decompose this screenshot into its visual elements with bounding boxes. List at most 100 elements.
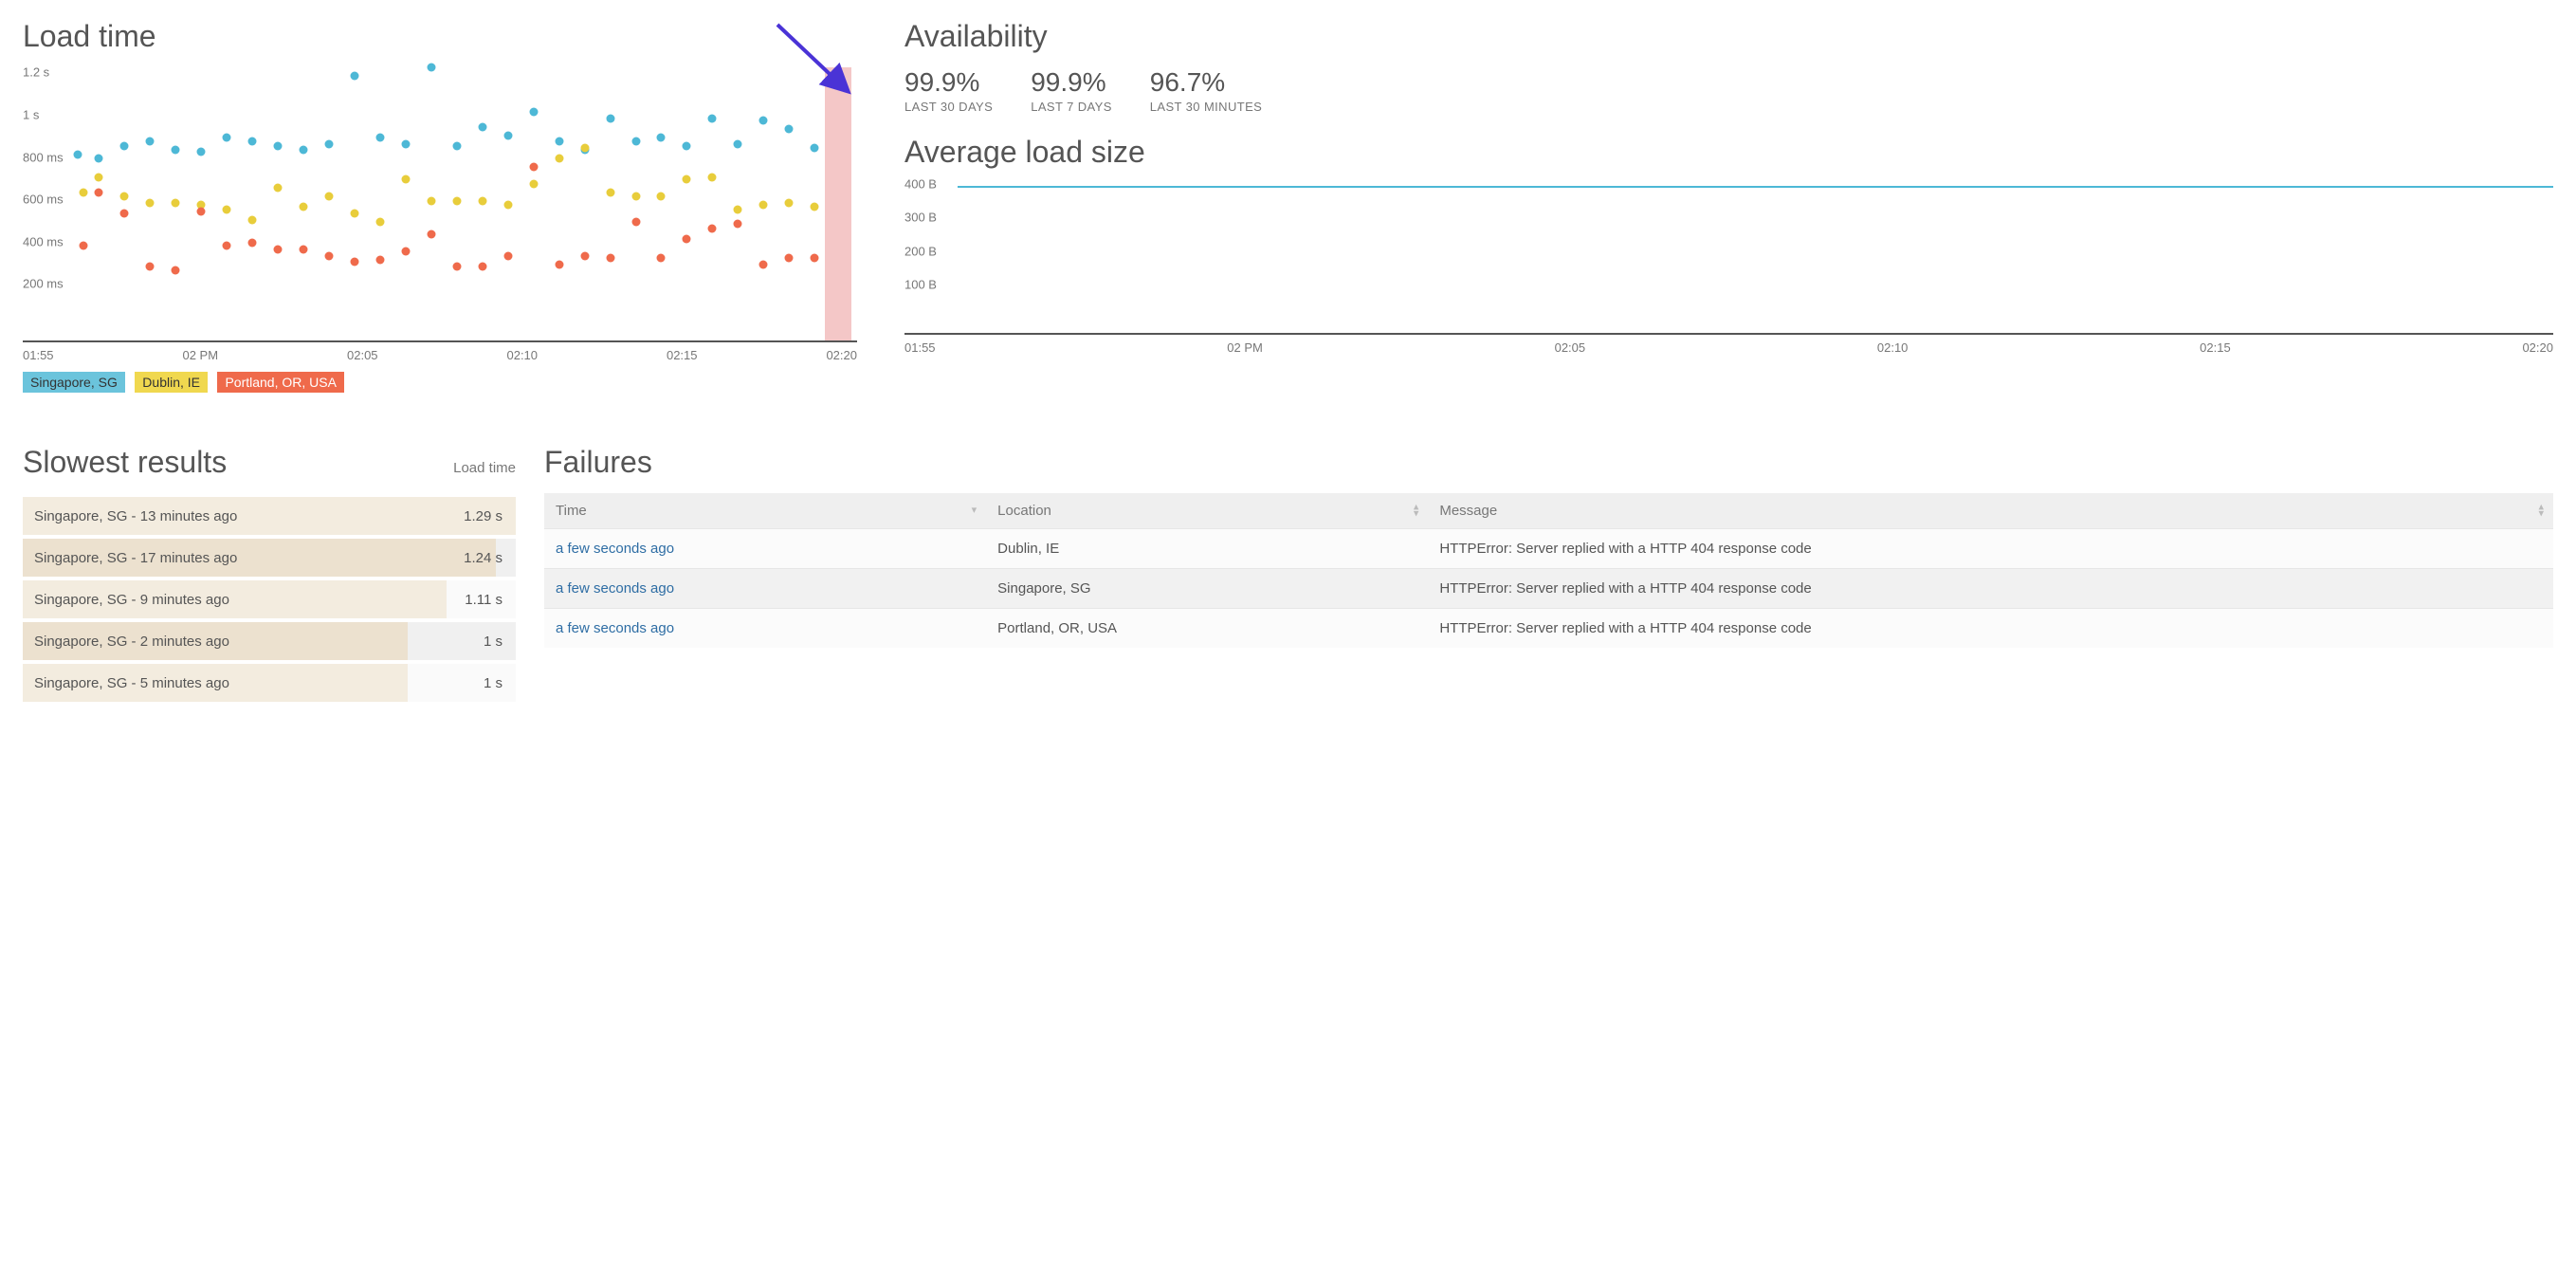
x-tick-label: 02:05 (347, 348, 378, 362)
data-point (606, 254, 614, 263)
data-point (529, 163, 538, 172)
failure-location: Portland, OR, USA (986, 609, 1428, 649)
data-point (94, 174, 102, 182)
data-point (145, 262, 154, 270)
x-tick-label: 02:10 (1877, 340, 1909, 355)
data-point (811, 144, 819, 153)
failure-location: Singapore, SG (986, 569, 1428, 609)
data-point (119, 210, 128, 218)
data-point (299, 146, 307, 155)
load-size-panel: Average load size 100 B200 B300 B400 B 0… (904, 135, 2553, 355)
failures-table: Time ▾ Location ▴▾ Message ▴▾ a few seco… (544, 493, 2553, 648)
y-tick-label: 300 B (904, 211, 937, 225)
data-point (759, 260, 768, 268)
data-point (401, 139, 410, 148)
x-tick-label: 02 PM (1227, 340, 1263, 355)
data-point (375, 256, 384, 265)
sort-indicator-icon: ▾ (972, 507, 977, 515)
slowest-result-row[interactable]: Singapore, SG - 13 minutes ago 1.29 s (23, 497, 516, 535)
data-point (606, 114, 614, 122)
data-line (958, 186, 2553, 188)
failure-message: HTTPError: Server replied with a HTTP 40… (1428, 529, 2553, 569)
row-label: Singapore, SG - 13 minutes ago (23, 508, 237, 524)
data-point (401, 248, 410, 256)
row-value: 1 s (484, 675, 502, 691)
slowest-result-row[interactable]: Singapore, SG - 2 minutes ago1 s (23, 622, 516, 660)
data-point (222, 241, 230, 249)
row-label: Singapore, SG - 9 minutes ago (23, 592, 229, 608)
y-tick-label: 100 B (904, 278, 937, 292)
data-point (247, 239, 256, 248)
data-point (324, 193, 333, 201)
x-tick-label: 02:05 (1555, 340, 1586, 355)
data-point (503, 201, 512, 210)
slowest-result-row[interactable]: Singapore, SG - 9 minutes ago1.11 s (23, 580, 516, 618)
column-header-time[interactable]: Time ▾ (544, 493, 986, 529)
load-size-title: Average load size (904, 135, 2553, 170)
data-point (196, 207, 205, 215)
slowest-result-row[interactable]: Singapore, SG - 17 minutes ago1.24 s (23, 539, 516, 577)
stat-value: 99.9% (904, 67, 993, 98)
data-point (145, 138, 154, 146)
x-tick-label: 01:55 (904, 340, 936, 355)
data-point (606, 188, 614, 196)
failure-time-link[interactable]: a few seconds ago (556, 620, 674, 636)
column-header-message[interactable]: Message ▴▾ (1428, 493, 2553, 529)
y-tick-label: 800 ms (23, 150, 76, 164)
stat-value: 96.7% (1150, 67, 1262, 98)
data-point (273, 184, 282, 193)
data-point (427, 196, 435, 205)
data-point (145, 199, 154, 208)
data-point (785, 199, 794, 208)
data-point (785, 124, 794, 133)
row-value: 1.29 s (464, 508, 502, 524)
data-point (657, 193, 666, 201)
data-point (427, 230, 435, 239)
availability-stat: 99.9% LAST 7 DAYS (1031, 67, 1112, 114)
load-size-chart: 100 B200 B300 B400 B (904, 183, 2553, 335)
sort-indicator-icon: ▴▾ (2538, 504, 2544, 518)
data-point (273, 246, 282, 254)
data-point (94, 155, 102, 163)
data-point (299, 246, 307, 254)
data-point (555, 138, 563, 146)
data-point (324, 139, 333, 148)
data-point (631, 218, 640, 227)
failures-title: Failures (544, 445, 2553, 480)
data-point (631, 138, 640, 146)
data-point (452, 262, 461, 270)
data-point (74, 150, 82, 158)
data-point (683, 175, 691, 184)
failure-message: HTTPError: Server replied with a HTTP 40… (1428, 569, 2553, 609)
column-header-location[interactable]: Location ▴▾ (986, 493, 1428, 529)
failure-time-link[interactable]: a few seconds ago (556, 580, 674, 597)
row-value: 1 s (484, 634, 502, 650)
failures-panel: Failures Time ▾ Location ▴▾ Message ▴▾ a… (544, 445, 2553, 702)
sort-indicator-icon: ▴▾ (1414, 504, 1419, 518)
table-row: a few seconds agoDublin, IEHTTPError: Se… (544, 529, 2553, 569)
data-point (683, 141, 691, 150)
y-tick-label: 600 ms (23, 193, 76, 207)
data-point (375, 133, 384, 141)
legend-item[interactable]: Singapore, SG (23, 372, 125, 393)
x-tick-label: 02:10 (506, 348, 538, 362)
legend-item[interactable]: Portland, OR, USA (217, 372, 344, 393)
data-point (555, 260, 563, 268)
stat-label: LAST 30 MINUTES (1150, 100, 1262, 114)
legend-item[interactable]: Dublin, IE (135, 372, 208, 393)
slowest-result-row[interactable]: Singapore, SG - 5 minutes ago1 s (23, 664, 516, 702)
row-value: 1.24 s (464, 550, 502, 566)
data-point (222, 205, 230, 213)
data-point (79, 188, 87, 196)
x-tick-label: 02:15 (2200, 340, 2231, 355)
availability-title: Availability (904, 19, 2553, 54)
data-point (171, 199, 179, 208)
data-point (529, 108, 538, 117)
failure-band (825, 67, 851, 340)
slowest-column-label: Load time (453, 460, 516, 476)
load-time-title: Load time (23, 19, 857, 54)
failure-time-link[interactable]: a few seconds ago (556, 541, 674, 557)
table-row: a few seconds agoPortland, OR, USAHTTPEr… (544, 609, 2553, 649)
data-point (247, 138, 256, 146)
load-time-chart: 200 ms400 ms600 ms800 ms1 s1.2 s 01:5502… (23, 67, 857, 393)
